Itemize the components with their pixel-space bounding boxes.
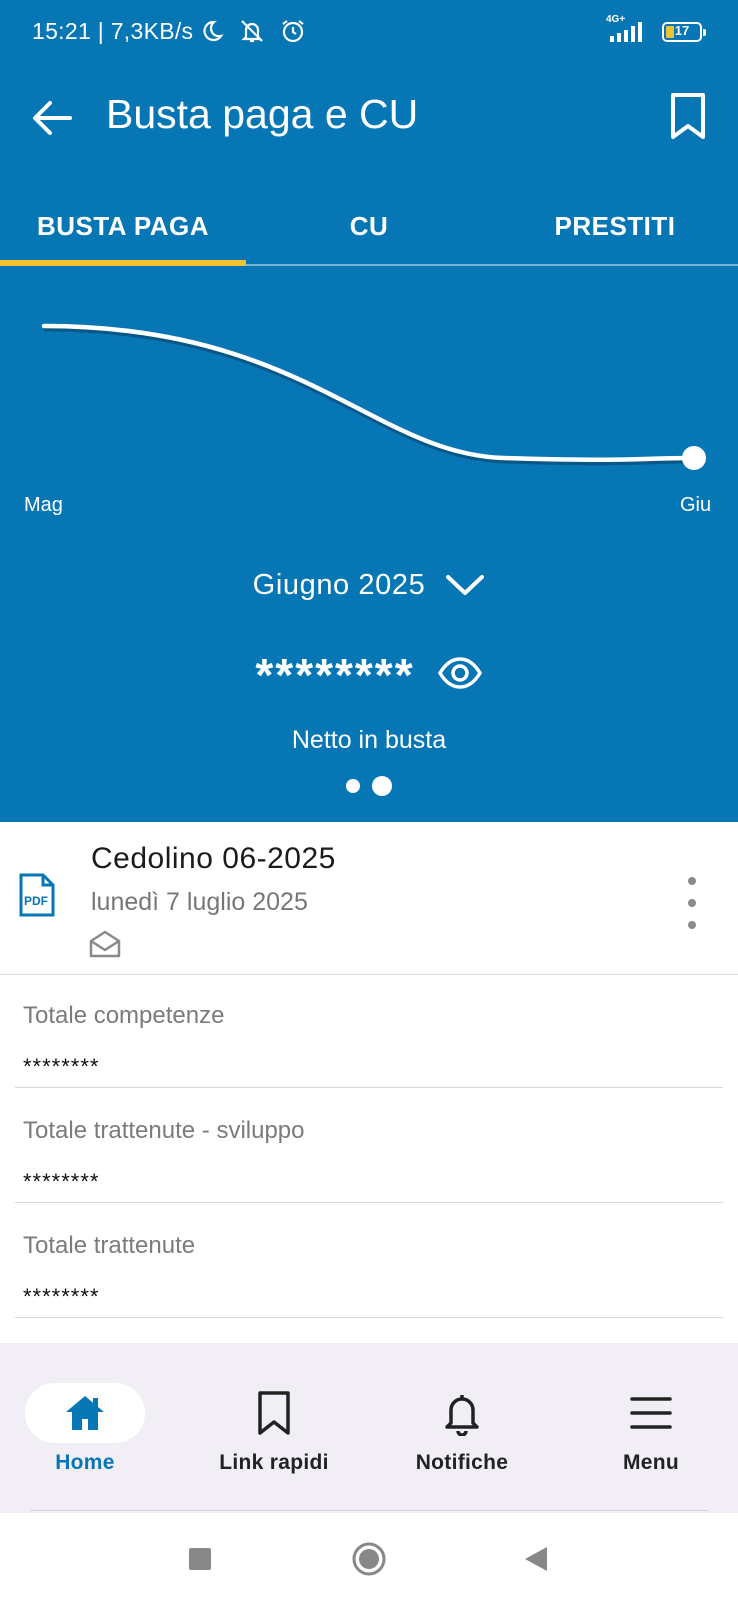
- nav-label: Link rapidi: [219, 1451, 329, 1474]
- divider: [30, 1510, 708, 1511]
- nav-label: Menu: [622, 1451, 680, 1474]
- alarm-icon: [280, 18, 306, 49]
- document-row[interactable]: PDF Cedolino 06-2025 lunedì 7 luglio 202…: [0, 822, 738, 975]
- moon-icon: [200, 19, 224, 48]
- back-system-button[interactable]: [514, 1537, 558, 1581]
- back-button[interactable]: [22, 88, 82, 148]
- month-selector[interactable]: Giugno 2025: [0, 560, 738, 610]
- nav-home[interactable]: Home: [0, 1383, 170, 1493]
- hamburger-icon: [630, 1397, 672, 1429]
- detail-value: ********: [23, 1169, 100, 1194]
- tab-bar: BUSTA PAGA CU PRESTITI: [0, 188, 738, 266]
- tab-label: CU: [349, 210, 389, 241]
- signal-icon: 4G+: [606, 14, 652, 44]
- chart-line-shadow: [43, 326, 695, 466]
- battery-level: 17: [674, 23, 690, 38]
- nav-label: Home: [55, 1451, 115, 1474]
- system-navigation-bar: [0, 1513, 738, 1600]
- status-time: 15:21 | 7,3KB/s: [32, 18, 194, 44]
- status-bar: 15:21 | 7,3KB/s 4G+ 17: [0, 0, 738, 68]
- nav-label: Notifiche: [415, 1451, 509, 1474]
- tab-busta-paga[interactable]: BUSTA PAGA: [0, 188, 246, 266]
- chart-x-label: Giu: [680, 494, 712, 516]
- document-date: lunedì 7 luglio 2025: [91, 888, 308, 916]
- net-pay-chart[interactable]: [0, 280, 738, 530]
- net-amount: ********: [255, 649, 415, 701]
- page-indicator: [0, 776, 738, 796]
- chart-point-giu[interactable]: [682, 446, 706, 470]
- net-amount-label: Netto in busta: [291, 726, 447, 754]
- tab-cu[interactable]: CU: [246, 188, 492, 264]
- dot: [688, 877, 696, 885]
- triangle-back-icon: [525, 1547, 547, 1571]
- circle-icon: [352, 1542, 386, 1576]
- recent-apps-button[interactable]: [178, 1537, 222, 1581]
- chart-series-line: [41, 323, 697, 463]
- detail-label: Totale competenze: [23, 1002, 225, 1029]
- nav-menu[interactable]: Menu: [566, 1383, 736, 1493]
- page-dot-active[interactable]: [372, 776, 392, 796]
- more-options-button[interactable]: [672, 877, 712, 929]
- square-icon: [189, 1548, 211, 1570]
- bottom-navigation: Home Link rapidi Notifiche Menu: [0, 1343, 738, 1513]
- bookmark-button[interactable]: [658, 86, 718, 146]
- bell-icon: [445, 1395, 479, 1436]
- chevron-down-icon: [446, 575, 485, 595]
- chart-x-label: Mag: [24, 494, 63, 516]
- home-icon: [66, 1396, 104, 1430]
- dot: [688, 899, 696, 907]
- detail-label: Totale trattenute: [23, 1232, 196, 1259]
- month-label: Giugno 2025: [252, 568, 426, 601]
- tab-label: BUSTA PAGA: [36, 210, 210, 241]
- envelope-open-icon: [89, 930, 121, 963]
- detail-value: ********: [23, 1284, 100, 1309]
- tab-label: PRESTITI: [554, 210, 676, 241]
- pdf-icon: PDF: [18, 872, 56, 923]
- detail-row-trattenute: Totale trattenute ********: [15, 1204, 723, 1318]
- nav-notifiche[interactable]: Notifiche: [377, 1383, 547, 1493]
- bookmark-icon: [258, 1391, 290, 1435]
- tab-prestiti[interactable]: PRESTITI: [492, 188, 738, 264]
- detail-value: ********: [23, 1054, 100, 1079]
- bell-off-icon: [238, 18, 266, 49]
- battery-icon: 17: [662, 22, 706, 42]
- page-dot[interactable]: [346, 779, 360, 793]
- detail-row-trattenute-sviluppo: Totale trattenute - sviluppo ********: [15, 1089, 723, 1203]
- arrow-left-icon: [33, 101, 72, 135]
- detail-label: Totale trattenute - sviluppo: [23, 1117, 305, 1144]
- detail-row-competenze: Totale competenze ********: [15, 974, 723, 1088]
- home-system-button[interactable]: [347, 1537, 391, 1581]
- page-title: Busta paga e CU: [106, 91, 419, 137]
- bookmark-icon: [671, 93, 705, 139]
- document-title: Cedolino 06-2025: [91, 842, 336, 875]
- eye-icon[interactable]: [437, 656, 483, 695]
- dot: [688, 921, 696, 929]
- svg-text:PDF: PDF: [24, 894, 48, 908]
- nav-link-rapidi[interactable]: Link rapidi: [189, 1383, 359, 1493]
